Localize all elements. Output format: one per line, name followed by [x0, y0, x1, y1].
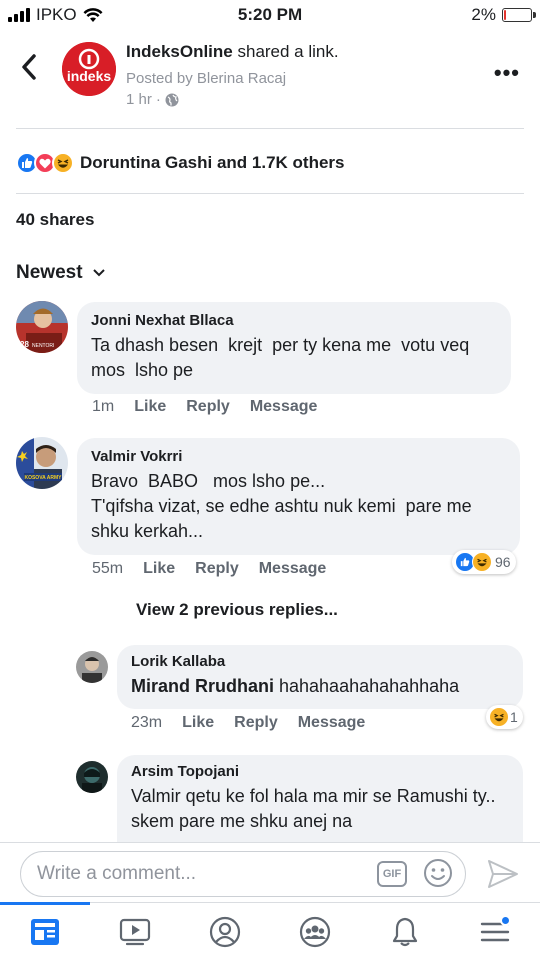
- tab-groups[interactable]: [285, 907, 345, 957]
- comment-actions: 1m Like Reply Message: [92, 398, 317, 416]
- tab-news-feed[interactable]: [15, 907, 75, 957]
- comment-sort-dropdown[interactable]: Newest: [16, 262, 105, 284]
- svg-text:28: 28: [20, 340, 29, 349]
- avatar[interactable]: [76, 761, 108, 793]
- comment-time[interactable]: 55m: [92, 560, 123, 578]
- status-right: 2%: [471, 5, 536, 25]
- watch-icon: [119, 918, 151, 945]
- tab-watch[interactable]: [105, 907, 165, 957]
- comment-bubble: Valmir Vokrri Bravo BABO mos lsho pe... …: [77, 438, 520, 555]
- avatar[interactable]: KOSOVA ARMY: [16, 437, 68, 489]
- like-button[interactable]: Like: [134, 398, 166, 416]
- comment-reaction-count[interactable]: 96: [452, 550, 516, 574]
- haha-icon: [472, 552, 492, 572]
- like-button[interactable]: Like: [182, 714, 214, 732]
- message-button[interactable]: Message: [250, 398, 318, 416]
- page-name[interactable]: IndeksOnline: [126, 42, 233, 61]
- send-icon[interactable]: [486, 857, 520, 891]
- tab-menu[interactable]: [465, 907, 525, 957]
- reply-message: hahahaahahahahhaha: [274, 676, 460, 696]
- reply-button[interactable]: Reply: [234, 714, 278, 732]
- reactions-summary[interactable]: Doruntina Gashi and 1.7K others: [16, 152, 345, 174]
- battery-percent: 2%: [471, 5, 496, 24]
- like-button[interactable]: Like: [143, 560, 175, 578]
- chevron-left-icon: [22, 54, 36, 80]
- sort-label: Newest: [16, 262, 83, 283]
- battery-icon: [502, 8, 536, 22]
- reply-button[interactable]: Reply: [186, 398, 230, 416]
- svg-text:indeks: indeks: [67, 68, 112, 84]
- comment-reaction-count[interactable]: 1: [486, 705, 523, 729]
- back-button[interactable]: [14, 52, 44, 82]
- indeks-logo: indeks: [62, 42, 116, 96]
- comment-actions: 23m Like Reply Message: [131, 714, 365, 732]
- status-bar: IPKO 5:20 PM 2%: [0, 0, 540, 30]
- avatar[interactable]: [76, 651, 108, 683]
- globe-icon: [165, 93, 179, 106]
- groups-icon: [299, 916, 331, 947]
- battery-level: [504, 10, 506, 20]
- reaction-count-label: 1: [510, 709, 518, 725]
- comment-placeholder: Write a comment...: [37, 863, 197, 884]
- svg-text:KOSOVA ARMY: KOSOVA ARMY: [24, 475, 62, 481]
- notification-dot: [500, 914, 511, 926]
- posted-by: Posted by Blerina Racaj: [126, 70, 287, 87]
- reply-text: Valmir qetu ke fol hala ma mir se Ramush…: [131, 786, 501, 831]
- tab-profile[interactable]: [195, 907, 255, 957]
- haha-icon: [489, 707, 509, 727]
- status-time: 5:20 PM: [237, 5, 303, 24]
- post-time-row: 1 hr ·: [126, 91, 179, 108]
- svg-text:NENTORI: NENTORI: [32, 343, 54, 349]
- page-avatar[interactable]: indeks: [62, 42, 116, 96]
- comment-time[interactable]: 1m: [92, 398, 114, 416]
- commenter-name[interactable]: Lorik Kallaba: [131, 653, 509, 670]
- comment-bubble: Jonni Nexhat Bllaca Ta dhash besen krejt…: [77, 302, 511, 394]
- message-button[interactable]: Message: [298, 714, 366, 732]
- avatar[interactable]: 28 NENTORI: [16, 301, 68, 353]
- comment-text: Bravo BABO mos lsho pe... T'qifsha vizat…: [91, 471, 472, 541]
- divider: [16, 128, 524, 129]
- news-feed-icon: [31, 918, 59, 945]
- comment-actions: 55m Like Reply Message: [92, 560, 326, 578]
- active-tab-indicator: [0, 902, 90, 905]
- chevron-down-icon: [92, 269, 105, 277]
- reply-button[interactable]: Reply: [195, 560, 239, 578]
- post-action: shared a link.: [237, 42, 339, 61]
- shares-count[interactable]: 40 shares: [16, 210, 94, 230]
- post-time[interactable]: 1 hr: [126, 91, 152, 108]
- reply-text: Mirand Rrudhani hahahaahahahahhaha: [131, 674, 509, 699]
- bottom-tab-bar: [0, 902, 540, 960]
- mention-tag[interactable]: Mirand Rrudhani: [131, 676, 274, 696]
- gif-button[interactable]: GIF: [377, 861, 407, 887]
- profile-icon: [209, 916, 241, 947]
- comment-text: Ta dhash besen krejt per ty kena me votu…: [91, 335, 480, 380]
- comment-input[interactable]: Write a comment... GIF: [20, 851, 466, 897]
- comment-time[interactable]: 23m: [131, 714, 162, 732]
- comment-composer: Write a comment... GIF: [0, 842, 540, 902]
- message-button[interactable]: Message: [259, 560, 327, 578]
- haha-icon: [52, 152, 74, 174]
- divider: [16, 193, 524, 194]
- more-options-icon[interactable]: •••: [494, 60, 520, 86]
- post-header: indeks IndeksOnline shared a link. Poste…: [0, 30, 540, 130]
- reactions-label: Doruntina Gashi and 1.7K others: [80, 153, 345, 172]
- commenter-name[interactable]: Valmir Vokrri: [91, 448, 506, 465]
- emoji-icon[interactable]: [423, 858, 453, 888]
- reply-bubble: Lorik Kallaba Mirand Rrudhani hahahaahah…: [117, 645, 523, 709]
- commenter-name[interactable]: Arsim Topojani: [131, 763, 509, 780]
- tab-notifications[interactable]: [375, 907, 435, 957]
- commenter-name[interactable]: Jonni Nexhat Bllaca: [91, 312, 497, 329]
- notifications-icon: [392, 917, 418, 946]
- post-title: IndeksOnline shared a link.: [126, 42, 339, 62]
- view-previous-replies-link[interactable]: View 2 previous replies...: [136, 600, 338, 620]
- reaction-count-label: 96: [495, 554, 511, 570]
